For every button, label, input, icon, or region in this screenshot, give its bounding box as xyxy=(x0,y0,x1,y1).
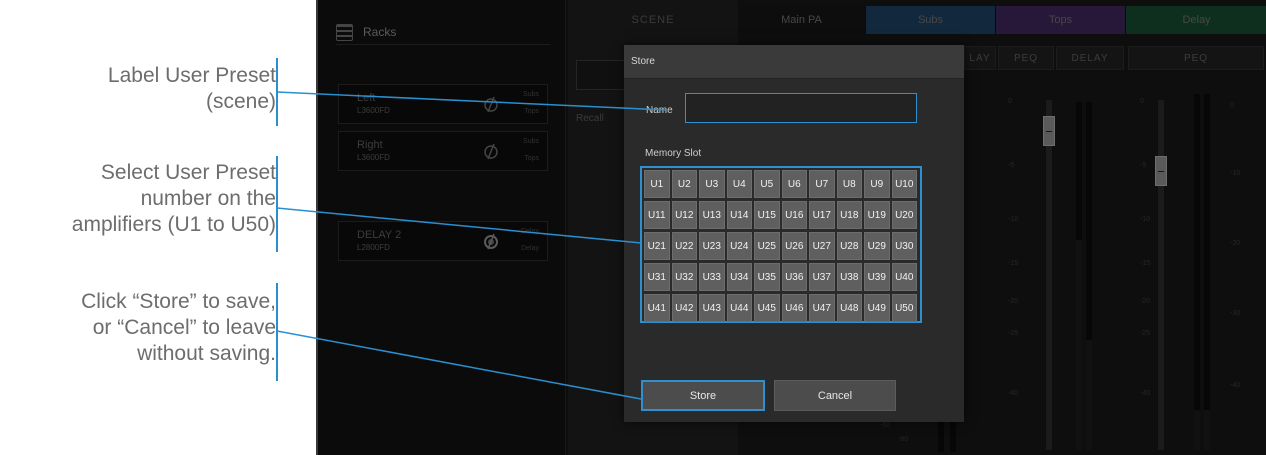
memory-slot-u8[interactable]: U8 xyxy=(836,170,862,198)
memory-slot-u16[interactable]: U16 xyxy=(781,201,807,229)
memory-slot-u1[interactable]: U1 xyxy=(644,170,670,198)
annotation-line: number on the xyxy=(140,187,276,210)
memory-slot-u29[interactable]: U29 xyxy=(864,232,890,260)
memory-slot-u49[interactable]: U49 xyxy=(864,294,890,322)
store-button[interactable]: Store xyxy=(641,380,765,411)
app-window: Racks Left L3600FD Subs Tops Right L3600… xyxy=(316,0,1266,455)
annotation-bracket xyxy=(276,283,278,381)
dialog-title: Store xyxy=(624,45,964,79)
memory-slot-u41[interactable]: U41 xyxy=(644,294,670,322)
annotation-line: without saving. xyxy=(137,342,276,365)
memory-slot-u19[interactable]: U19 xyxy=(864,201,890,229)
annotation-label-preset: Label User Preset (scene) xyxy=(108,63,276,115)
memory-slot-u9[interactable]: U9 xyxy=(864,170,890,198)
memory-slot-u3[interactable]: U3 xyxy=(699,170,725,198)
memory-slot-u31[interactable]: U31 xyxy=(644,263,670,291)
memory-slot-u28[interactable]: U28 xyxy=(836,232,862,260)
memory-slot-u10[interactable]: U10 xyxy=(891,170,917,198)
memory-slot-u32[interactable]: U32 xyxy=(671,263,697,291)
store-dialog: Store Name Memory Slot U1 U2 U3 U4 U5 U6 U7 U8 U… xyxy=(624,45,964,422)
memory-slot-u40[interactable]: U40 xyxy=(891,263,917,291)
annotation-line: or “Cancel” to leave xyxy=(92,316,276,339)
memory-slot-u7[interactable]: U7 xyxy=(809,170,835,198)
memory-slot-u39[interactable]: U39 xyxy=(864,263,890,291)
memory-slot-u5[interactable]: U5 xyxy=(754,170,780,198)
annotation-bracket xyxy=(276,156,278,252)
memory-slot-u4[interactable]: U4 xyxy=(726,170,752,198)
memory-slot-u50[interactable]: U50 xyxy=(891,294,917,322)
memory-slot-u23[interactable]: U23 xyxy=(699,232,725,260)
name-label: Name xyxy=(646,105,673,116)
annotation-select-preset: Select User Preset number on the amplifi… xyxy=(72,160,276,238)
memory-slot-u38[interactable]: U38 xyxy=(836,263,862,291)
memory-slot-u18[interactable]: U18 xyxy=(836,201,862,229)
preset-name-input[interactable] xyxy=(685,93,917,123)
memory-slot-grid: U1 U2 U3 U4 U5 U6 U7 U8 U9 U10 U11 U12 U13 U14 U15 U16 U… xyxy=(640,166,922,323)
memory-slot-u12[interactable]: U12 xyxy=(671,201,697,229)
memory-slot-u37[interactable]: U37 xyxy=(809,263,835,291)
memory-slot-u43[interactable]: U43 xyxy=(699,294,725,322)
memory-slot-u44[interactable]: U44 xyxy=(726,294,752,322)
memory-slot-u33[interactable]: U33 xyxy=(699,263,725,291)
memory-slot-u25[interactable]: U25 xyxy=(754,232,780,260)
memory-slot-label: Memory Slot xyxy=(645,148,702,159)
memory-slot-u20[interactable]: U20 xyxy=(891,201,917,229)
memory-slot-u36[interactable]: U36 xyxy=(781,263,807,291)
annotation-line: Click “Store” to save, xyxy=(81,290,276,313)
annotation-line: Select User Preset xyxy=(100,161,276,184)
memory-slot-u15[interactable]: U15 xyxy=(754,201,780,229)
memory-slot-u6[interactable]: U6 xyxy=(781,170,807,198)
memory-slot-u30[interactable]: U30 xyxy=(891,232,917,260)
memory-slot-u42[interactable]: U42 xyxy=(671,294,697,322)
memory-slot-u24[interactable]: U24 xyxy=(726,232,752,260)
annotation-line: amplifiers (U1 to U50) xyxy=(71,213,276,236)
cancel-button[interactable]: Cancel xyxy=(774,380,896,411)
memory-slot-u14[interactable]: U14 xyxy=(726,201,752,229)
memory-slot-u11[interactable]: U11 xyxy=(644,201,670,229)
memory-slot-u48[interactable]: U48 xyxy=(836,294,862,322)
memory-slot-u2[interactable]: U2 xyxy=(671,170,697,198)
annotation-line: Label User Preset xyxy=(107,64,276,87)
memory-slot-u13[interactable]: U13 xyxy=(699,201,725,229)
memory-slot-u27[interactable]: U27 xyxy=(809,232,835,260)
annotation-store-cancel: Click “Store” to save, or “Cancel” to le… xyxy=(81,289,276,367)
memory-slot-u26[interactable]: U26 xyxy=(781,232,807,260)
memory-slot-u17[interactable]: U17 xyxy=(809,201,835,229)
annotation-line: (scene) xyxy=(205,90,276,113)
memory-slot-u22[interactable]: U22 xyxy=(671,232,697,260)
memory-slot-u21[interactable]: U21 xyxy=(644,232,670,260)
annotation-bracket xyxy=(276,58,278,126)
memory-slot-u35[interactable]: U35 xyxy=(754,263,780,291)
memory-slot-u47[interactable]: U47 xyxy=(809,294,835,322)
memory-slot-u45[interactable]: U45 xyxy=(754,294,780,322)
memory-slot-u34[interactable]: U34 xyxy=(726,263,752,291)
memory-slot-u46[interactable]: U46 xyxy=(781,294,807,322)
